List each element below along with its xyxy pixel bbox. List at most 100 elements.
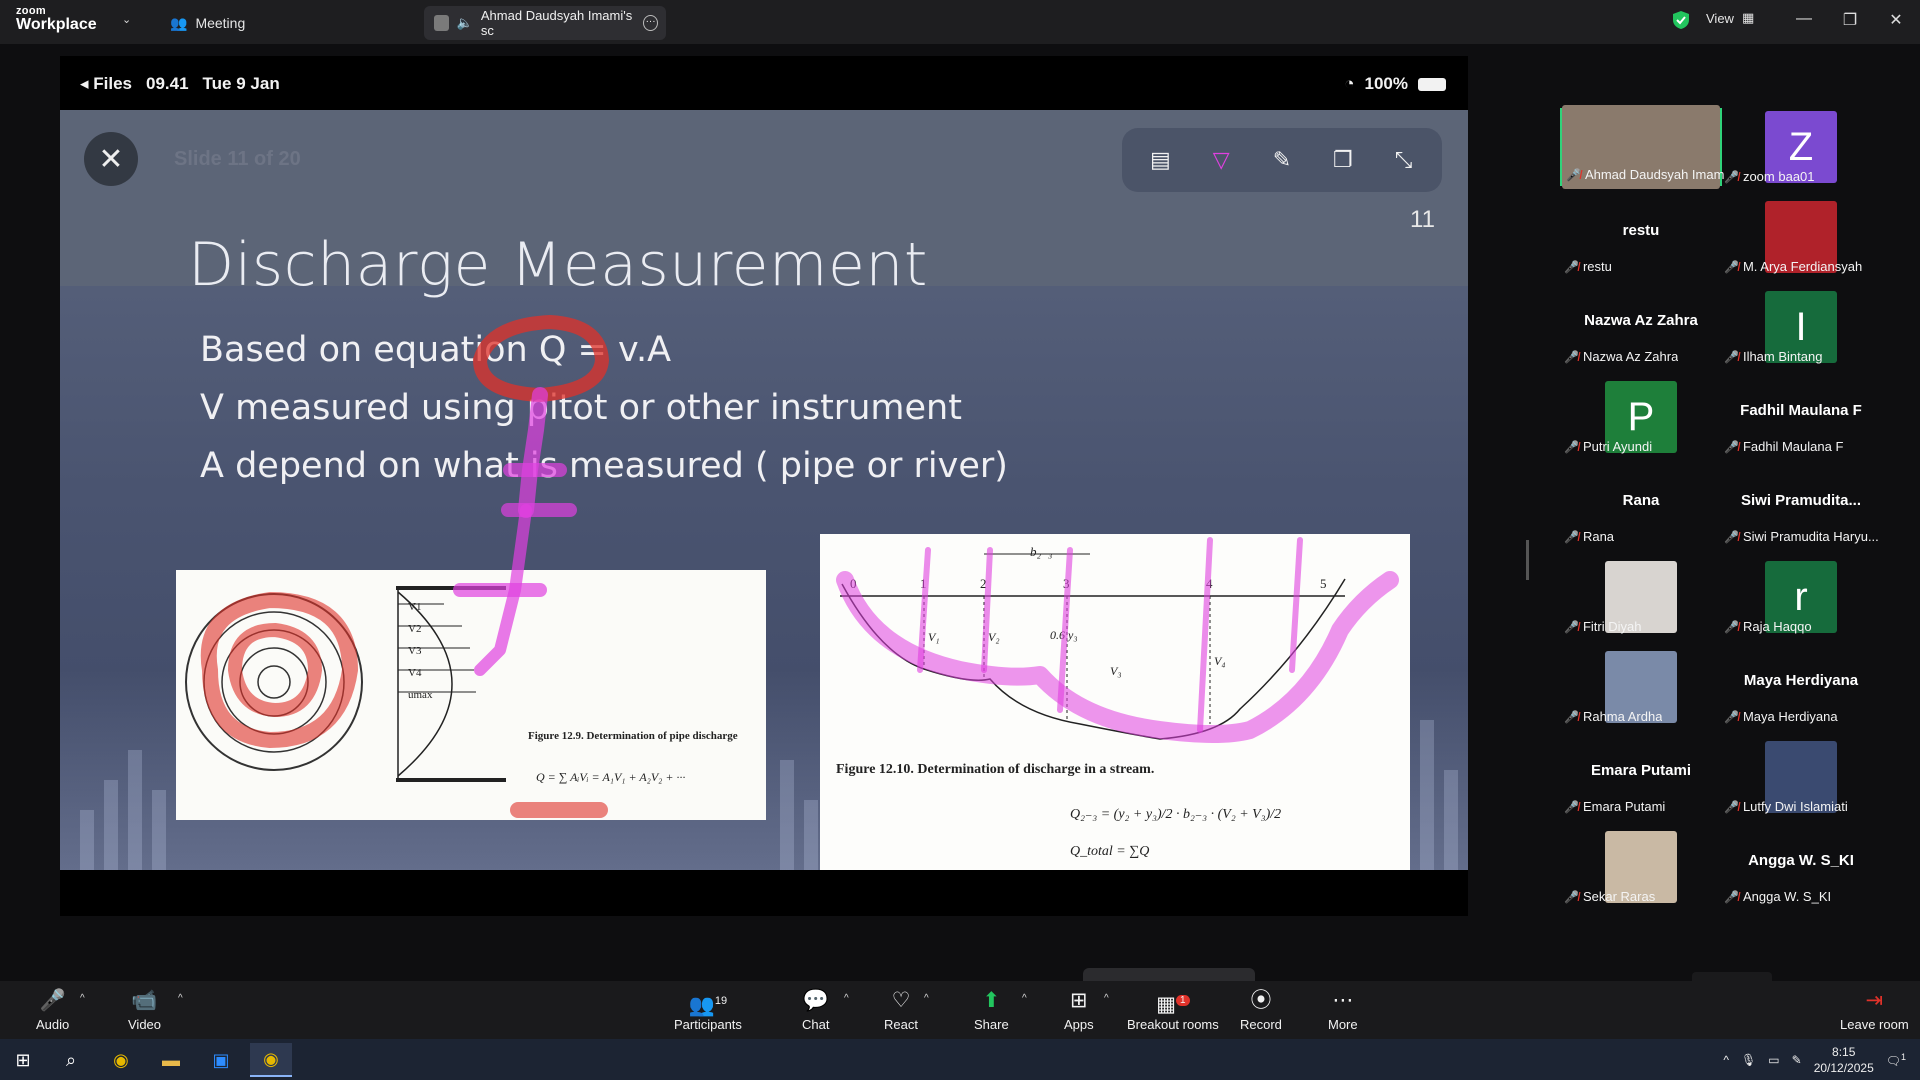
participants-count: 19 (714, 995, 728, 1007)
participant-tile[interactable]: Rana 🎤̸ Rana (1560, 468, 1722, 546)
video-caret-icon[interactable]: ^ (178, 993, 183, 1004)
chat-icon: 💬 (802, 989, 829, 1012)
figure-stream-discharge: b₂₋₃ 0 1 2 3 4 5 V₁ V₂ 0.6 y₃ V₃ V₄ Figu… (820, 534, 1410, 870)
leave-label: Leave room (1840, 1017, 1909, 1032)
apps-button[interactable]: ⊞ Apps (1064, 989, 1094, 1032)
participant-display-name: restu (1622, 221, 1660, 239)
back-to-files-link[interactable]: ◂ Files (80, 74, 132, 94)
logo-text-bottom: Workplace (16, 16, 97, 33)
leave-room-button[interactable]: ⇥ Leave room (1840, 989, 1909, 1032)
system-clock[interactable]: 8:15 20/12/2025 (1814, 1044, 1874, 1076)
audio-caret-icon[interactable]: ^ (80, 993, 85, 1004)
participant-name-label: 🎤̸ Putri Ayundi (1564, 439, 1652, 454)
width-label: b₂₋₃ (1030, 544, 1053, 559)
zoom-app-icon[interactable]: ▣ (200, 1043, 242, 1077)
chrome-active-icon[interactable]: ◉ (250, 1043, 292, 1077)
mic-muted-icon: 🎤̸ (1724, 439, 1739, 454)
share-caret-icon[interactable]: ^ (1022, 993, 1027, 1004)
record-button[interactable]: ⦿ Record (1240, 989, 1282, 1032)
mic-muted-icon: 🎤̸ (1564, 259, 1579, 274)
react-caret-icon[interactable]: ^ (924, 993, 929, 1004)
pen-tool-icon[interactable]: ✎ (60, 768, 64, 802)
participant-tile[interactable]: Z 🎤̸ zoom baa01 (1720, 108, 1882, 186)
participant-name-label: 🎤̸ Emara Putami (1564, 799, 1665, 814)
zoom-logo[interactable]: zoom Workplace (16, 6, 97, 33)
participant-name: Sekar Raras (1582, 889, 1656, 904)
participant-tile[interactable]: 🎤̸ Lutfy Dwi Islamiati (1720, 738, 1882, 816)
participant-tile[interactable]: r 🎤̸ Raja Haqqo (1720, 558, 1882, 636)
pen-settings-icon[interactable]: ✎ (1267, 145, 1297, 175)
station-0: 0 (850, 576, 857, 591)
participant-name: zoom baa01 (1742, 169, 1815, 184)
video-label: Video (128, 1017, 162, 1032)
tab-meeting-label: Meeting (195, 15, 246, 31)
participant-name-label: 🎤̸ M. Arya Ferdiansyah (1724, 259, 1862, 274)
participant-tile[interactable]: 🎤̸ M. Arya Ferdiansyah (1720, 198, 1882, 276)
participant-tile[interactable]: 🎤̸ Ahmad Daudsyah Imami (1560, 105, 1724, 189)
more-options-icon[interactable]: ··· (643, 15, 658, 31)
windows-start-icon[interactable]: ⊞ (2, 1043, 44, 1077)
participant-tile[interactable]: Nazwa Az Zahra 🎤̸ Nazwa Az Zahra (1560, 288, 1722, 366)
tray-chevron-icon[interactable]: ^ (1723, 1053, 1729, 1067)
react-button[interactable]: ♡ React (884, 989, 918, 1032)
participant-tile[interactable]: 🎤̸ Rahma Ardha (1560, 648, 1722, 726)
participant-tile[interactable]: Emara Putami 🎤̸ Emara Putami (1560, 738, 1722, 816)
battery-percent: 100% (1364, 74, 1408, 93)
search-icon[interactable]: ⌕ (50, 1043, 92, 1077)
participant-tile[interactable]: P 🎤̸ Putri Ayundi (1560, 378, 1722, 456)
tab-meeting[interactable]: 👥 Meeting (170, 10, 245, 36)
participant-tile[interactable]: Angga W. S_KI 🎤̸ Angga W. S_KI (1720, 828, 1882, 906)
audio-button[interactable]: 🎤 Audio (36, 989, 69, 1032)
chat-caret-icon[interactable]: ^ (844, 993, 849, 1004)
close-presentation-button[interactable]: ✕ (84, 132, 138, 186)
participant-name: Siwi Pramudita Haryu... (1742, 529, 1879, 544)
mic-muted-icon: 🎤̸ (1564, 349, 1579, 364)
participant-name-label: 🎤̸ Sekar Raras (1564, 889, 1655, 904)
participant-name-label: 🎤̸ Maya Herdiyana (1724, 709, 1838, 724)
participants-button[interactable]: 👥19 Participants (674, 989, 742, 1032)
participant-name: Ilham Bintang (1742, 349, 1823, 364)
participant-name: Nazwa Az Zahra (1582, 349, 1679, 364)
view-button[interactable]: View ▦ (1706, 10, 1754, 26)
view-label: View (1706, 10, 1734, 26)
share-button[interactable]: ⬆ Share (974, 989, 1009, 1032)
participant-name-label: 🎤̸ Raja Haqqo (1724, 619, 1812, 634)
breakout-rooms-button[interactable]: ▦ 1 Breakout rooms (1127, 989, 1219, 1032)
chrome-icon[interactable]: ◉ (100, 1043, 142, 1077)
grid-view-icon: ▦ (1741, 10, 1755, 25)
pen-icon[interactable]: ✎ (1792, 1053, 1802, 1067)
tab-screen-share[interactable]: 🔈 Ahmad Daudsyah Imami's sc ··· (424, 6, 666, 40)
exit-fullscreen-icon[interactable]: ⤡ (1389, 145, 1419, 175)
highlighter-icon[interactable]: ▽ (1206, 145, 1236, 175)
restore-icon[interactable]: ❐ (1838, 10, 1862, 30)
notification-icon[interactable]: 🗨1 (1886, 1052, 1906, 1068)
gallery-resize-handle[interactable] (1526, 540, 1529, 580)
network-icon[interactable]: ▭ (1768, 1053, 1779, 1067)
presenter-notes-icon[interactable]: ▤ (1145, 145, 1175, 175)
status-date: Tue 9 Jan (202, 74, 280, 93)
participant-name: Emara Putami (1582, 799, 1666, 814)
mic-icon[interactable]: 🎙 (1741, 1053, 1756, 1067)
shield-icon[interactable] (1672, 10, 1690, 30)
minimize-icon[interactable]: — (1792, 10, 1816, 28)
participant-tile[interactable]: 🎤̸ Fitri Diyah (1560, 558, 1722, 636)
participant-tile[interactable]: Fadhil Maulana F 🎤̸ Fadhil Maulana F (1720, 378, 1882, 456)
participant-tile[interactable]: Maya Herdiyana 🎤̸ Maya Herdiyana (1720, 648, 1882, 726)
close-window-icon[interactable]: ✕ (1884, 10, 1908, 30)
slide-navigator-icon[interactable]: ❐ (1328, 145, 1358, 175)
chevron-down-icon[interactable]: ⌄ (122, 13, 131, 26)
figure-2-caption: Figure 12.10. Determination of discharge… (836, 762, 1155, 777)
file-explorer-icon[interactable]: ▬ (150, 1043, 192, 1077)
chat-button[interactable]: 💬 Chat (802, 989, 829, 1032)
participant-display-name: Maya Herdiyana (1743, 671, 1859, 689)
participant-tile[interactable]: Siwi Pramudita... 🎤̸ Siwi Pramudita Haryu.… (1720, 468, 1882, 546)
video-button[interactable]: 📹 Video (128, 989, 161, 1032)
record-label: Record (1240, 1017, 1282, 1032)
shared-screen[interactable]: ◂ Files 09.41 Tue 9 Jan ◔ 100% ✕ Slide 1… (60, 56, 1468, 916)
participant-tile[interactable]: I 🎤̸ Ilham Bintang (1720, 288, 1882, 366)
mic-muted-icon: 🎤̸ (1724, 259, 1739, 274)
participant-tile[interactable]: restu 🎤̸ restu (1560, 198, 1722, 276)
more-button[interactable]: ⋯ More (1328, 989, 1358, 1032)
apps-caret-icon[interactable]: ^ (1104, 993, 1109, 1004)
participant-tile[interactable]: 🎤̸ Sekar Raras (1560, 828, 1722, 906)
